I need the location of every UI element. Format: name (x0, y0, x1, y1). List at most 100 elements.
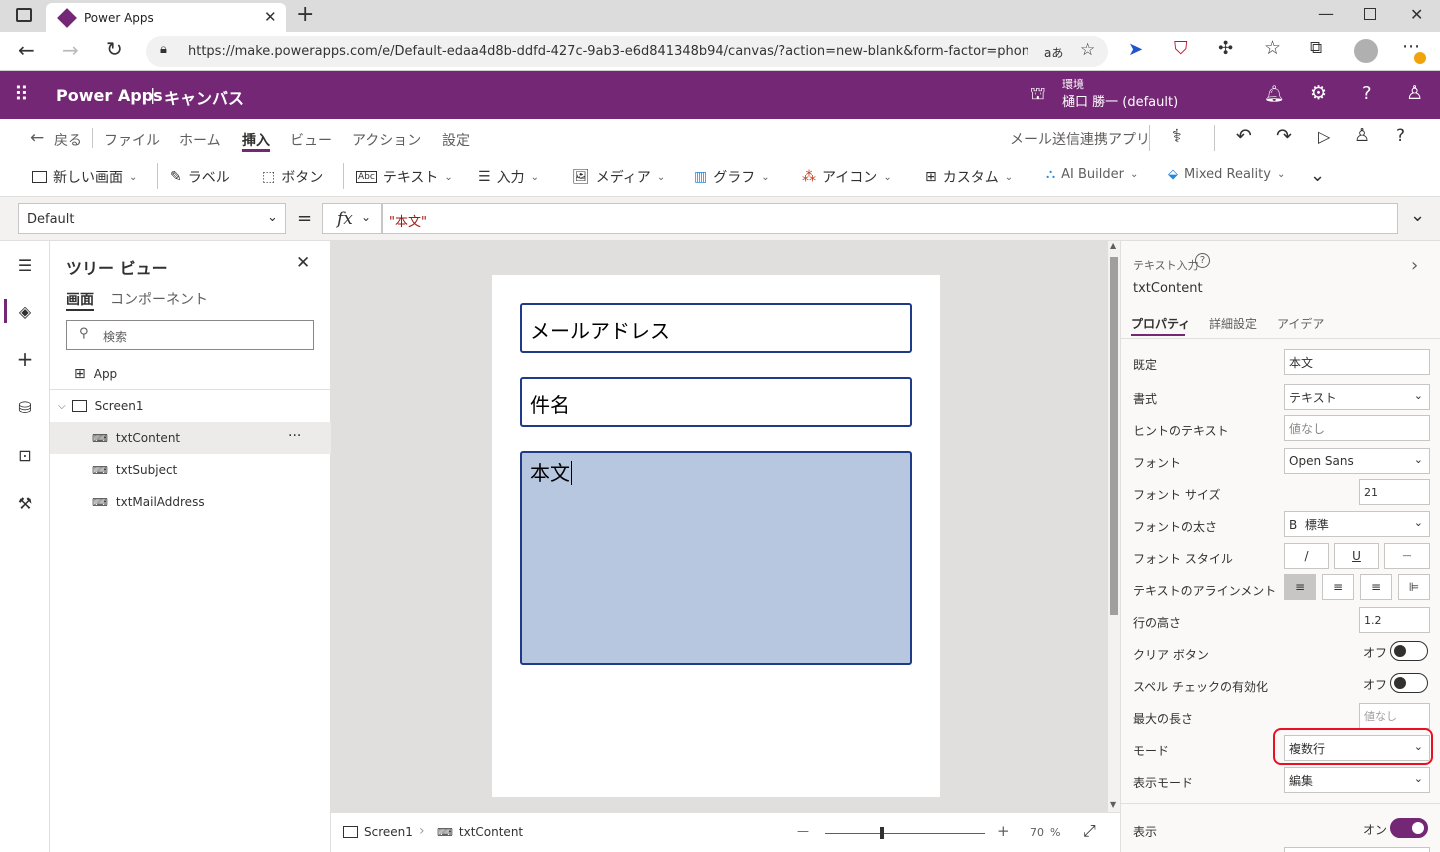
italic-button[interactable]: / (1284, 543, 1329, 569)
control-name[interactable]: txtContent (1133, 281, 1203, 296)
back-arrow-icon[interactable]: ← (30, 128, 44, 148)
advanced-tools-icon[interactable]: ⚒ (13, 491, 37, 515)
formula-input[interactable]: "本文" (382, 203, 1398, 234)
ribbon-expand-chevron-icon[interactable]: ⌄ (1310, 165, 1325, 186)
tree-search-input[interactable]: ⚲ 検索 (66, 320, 314, 350)
scroll-up-icon[interactable]: ▲ (1110, 241, 1116, 250)
breadcrumb-screen[interactable]: Screen1 (343, 825, 413, 839)
tab-actions-icon[interactable] (16, 8, 32, 22)
extensions-icon[interactable]: ✣ (1218, 38, 1233, 59)
app-title[interactable]: メール送信連携アプリ (1010, 129, 1150, 149)
tree-view-layers-icon[interactable]: ◈ (13, 299, 37, 323)
ai-builder-dropdown[interactable]: ⛬ AI Builder ⌄ (1046, 167, 1138, 182)
tab-ideas[interactable]: アイデア (1277, 315, 1324, 332)
forward-icon[interactable]: → (62, 38, 79, 62)
restore-icon[interactable] (1364, 8, 1376, 20)
hamburger-menu-icon[interactable]: ☰ (13, 253, 37, 277)
tab-components[interactable]: コンポーネント (110, 289, 208, 309)
tree-item-app[interactable]: ⊞ App (50, 358, 331, 390)
help-question-icon[interactable]: ? (1396, 126, 1405, 146)
hint-text-input[interactable]: 値なし (1284, 415, 1430, 441)
visible-toggle[interactable] (1390, 818, 1428, 838)
text-dropdown[interactable]: Abc テキスト ⌄ (356, 167, 453, 187)
menu-settings[interactable]: 設定 (442, 130, 470, 150)
menu-action[interactable]: アクション (352, 130, 421, 150)
help-icon[interactable]: ? (1362, 83, 1372, 104)
share-user-icon[interactable]: ♙ (1354, 125, 1370, 146)
body-text-input[interactable]: 本文 (520, 451, 912, 665)
close-tab-icon[interactable]: ✕ (264, 8, 277, 26)
clear-button-toggle[interactable] (1390, 641, 1428, 661)
align-right-button[interactable]: ≡ (1360, 574, 1392, 600)
label-button[interactable]: ✎ ラベル (170, 167, 230, 187)
new-screen-button[interactable]: 新しい画面 ⌄ (32, 167, 137, 187)
tree-item-screen1[interactable]: ⌵ Screen1 (50, 390, 331, 422)
fx-button[interactable]: fx ⌄ (322, 203, 382, 234)
profile-avatar[interactable] (1354, 39, 1378, 63)
button-button[interactable]: ⬚ ボタン (262, 167, 323, 187)
spellcheck-toggle[interactable] (1390, 673, 1428, 693)
tab-properties[interactable]: プロパティ (1131, 315, 1190, 332)
mixed-reality-dropdown[interactable]: ⬙ Mixed Reality ⌄ (1168, 167, 1285, 182)
data-cylinder-icon[interactable]: ⛁ (13, 395, 37, 419)
read-aloud-icon[interactable]: aあ (1044, 44, 1063, 61)
menu-insert[interactable]: 挿入 (242, 130, 270, 150)
app-checker-icon[interactable]: ⚕ (1172, 126, 1182, 147)
menu-view[interactable]: ビュー (290, 130, 332, 150)
align-justify-button[interactable]: ⊫ (1398, 574, 1430, 600)
favorite-add-icon[interactable]: ☆ (1080, 40, 1095, 60)
browser-tab[interactable]: Power Apps ✕ (46, 3, 286, 32)
email-text-input[interactable]: メールアドレス (520, 303, 912, 353)
back-icon[interactable]: ← (18, 38, 35, 62)
input-dropdown[interactable]: ☰ 入力 ⌄ (478, 167, 539, 187)
chart-dropdown[interactable]: ▥ グラフ ⌄ (694, 167, 770, 187)
collapse-panel-chevron-icon[interactable]: › (1411, 255, 1418, 276)
favorites-icon[interactable]: ☆ (1264, 37, 1281, 59)
position-input[interactable] (1284, 847, 1430, 852)
environment-name[interactable]: 樋口 勝一 (default) (1062, 91, 1178, 110)
media-icon[interactable]: ⊡ (13, 443, 37, 467)
tab-screens[interactable]: 画面 (66, 289, 94, 309)
subject-text-input[interactable]: 件名 (520, 377, 912, 427)
preview-play-icon[interactable]: ▷ (1318, 127, 1330, 146)
zoom-slider[interactable] (825, 827, 985, 839)
environment-icon[interactable]: ⛫ (1030, 84, 1046, 106)
chevron-down-icon[interactable]: ⌵ (58, 401, 66, 412)
insert-plus-icon[interactable]: + (13, 347, 37, 371)
align-center-button[interactable]: ≡ (1322, 574, 1354, 600)
account-icon[interactable]: ♙ (1406, 82, 1423, 104)
more-options-icon[interactable]: ··· (288, 428, 301, 444)
zoom-in-button[interactable]: + (997, 822, 1010, 840)
app-launcher-icon[interactable]: ⠿ (14, 82, 29, 106)
tree-item-txtcontent[interactable]: ⌨ txtContent ··· (50, 422, 331, 454)
font-weight-dropdown[interactable]: B 標準 ⌄ (1284, 511, 1430, 537)
max-length-input[interactable]: 値なし (1359, 703, 1430, 729)
breadcrumb-control[interactable]: ⌨ txtContent (437, 825, 523, 839)
shield-icon[interactable]: ⛉ (1174, 38, 1188, 59)
formula-expand-icon[interactable]: ⌄ (1410, 205, 1425, 226)
icon-dropdown[interactable]: ⁂ アイコン ⌄ (802, 167, 892, 187)
new-tab-icon[interactable]: + (296, 2, 314, 27)
menu-file[interactable]: ファイル (104, 130, 160, 150)
scroll-down-icon[interactable]: ▼ (1110, 800, 1116, 809)
custom-dropdown[interactable]: ⊞ カスタム ⌄ (925, 167, 1013, 187)
tree-item-txtmailaddress[interactable]: ⌨ txtMailAddress (50, 486, 331, 518)
format-dropdown[interactable]: テキスト ⌄ (1284, 384, 1430, 410)
strikethrough-button[interactable]: — (1384, 543, 1430, 569)
extension-arrow-icon[interactable]: ➤ (1128, 39, 1143, 60)
menu-home[interactable]: ホーム (179, 130, 221, 150)
mode-dropdown[interactable]: 複数行 ⌄ (1284, 735, 1430, 761)
close-window-icon[interactable]: ✕ (1410, 5, 1423, 24)
phone-screen[interactable]: メールアドレス 件名 本文 (492, 275, 940, 797)
font-size-input[interactable]: 21 (1359, 479, 1430, 505)
app-name[interactable]: Power Apps (56, 86, 163, 105)
property-dropdown[interactable]: Default ⌄ (18, 203, 286, 234)
canvas-scrollbar[interactable]: ▲ ▼ (1108, 241, 1120, 812)
underline-button[interactable]: U (1334, 543, 1379, 569)
menu-back[interactable]: 戻る (54, 130, 82, 150)
close-panel-icon[interactable]: ✕ (296, 253, 310, 273)
settings-gear-icon[interactable]: ⚙ (1310, 82, 1327, 104)
url-field[interactable]: 🔒︎ https://make.powerapps.com/e/Default-… (146, 36, 1108, 67)
scrollbar-thumb[interactable] (1110, 257, 1118, 615)
fit-to-window-icon[interactable]: ⤢ (1083, 821, 1096, 841)
